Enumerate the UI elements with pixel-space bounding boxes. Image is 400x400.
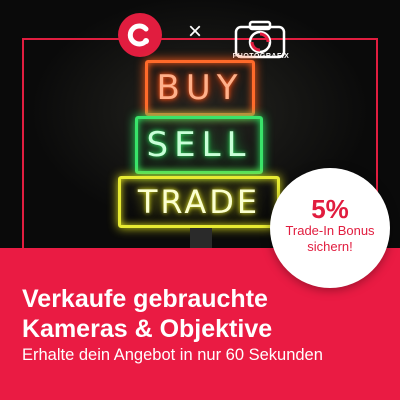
headline-line1: Verkaufe gebrauchte — [22, 285, 268, 313]
headline: Verkaufe gebrauchte Kameras & Objektive — [22, 284, 272, 344]
neon-sign-buy: BUY — [145, 60, 255, 116]
neon-sign-sell: SELL — [135, 116, 263, 174]
subline: Erhalte dein Angebot in nur 60 Sekunden — [22, 346, 323, 364]
trade-in-ad-banner[interactable]: × PHOTOGRAFIX BUY SELL TRADE 5% Trade-In… — [0, 0, 400, 400]
c-logo-icon — [127, 23, 149, 47]
neon-sign-trade: TRADE — [118, 176, 280, 228]
sign-stand — [190, 228, 212, 248]
partner-separator: × — [188, 18, 203, 45]
bonus-label-line1: Trade-In Bonus — [285, 223, 375, 238]
brand-logo-icon — [118, 13, 162, 57]
partner-logo-text: PHOTOGRAFIX — [232, 53, 290, 60]
trade-in-bonus-badge: 5% Trade-In Bonus sichern! — [270, 168, 390, 288]
bonus-percent: 5% — [311, 194, 349, 224]
bonus-label-line2: sichern! — [307, 239, 353, 254]
headline-line2: Kameras & Objektive — [22, 315, 273, 343]
